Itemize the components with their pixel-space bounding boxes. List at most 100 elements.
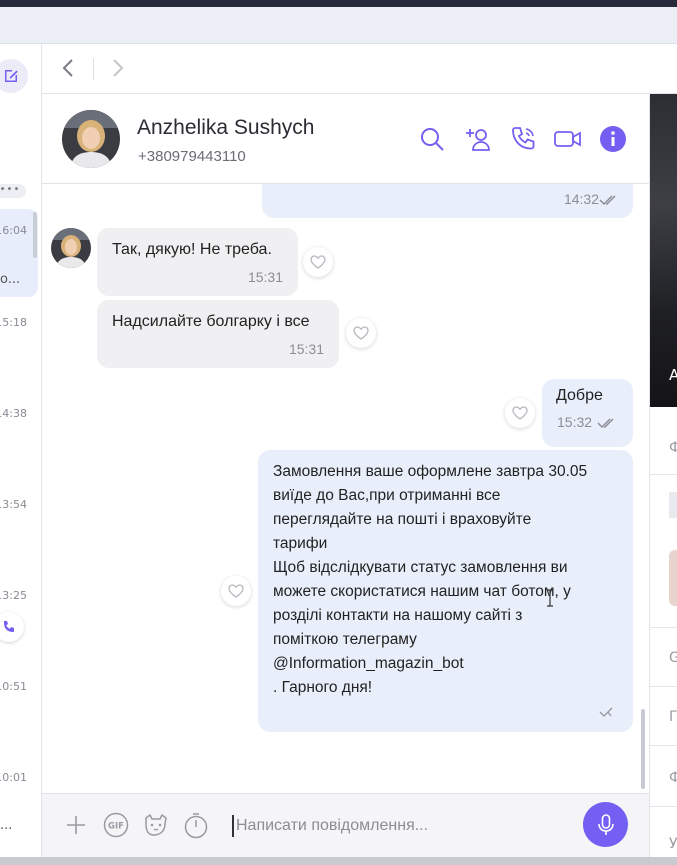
message-line: переглядайте на пошті і враховуйте [273,511,532,528]
divider [650,474,677,475]
video-icon [554,131,581,147]
chat-header: Anzhelika Sushych +380979443110 [42,94,649,184]
heart-icon [512,406,528,420]
sent-icon [599,707,613,717]
gif-button[interactable]: GIF [101,810,131,840]
edit-icon [5,70,18,82]
message-time: 15:32 [557,414,593,430]
chat-item-call-button[interactable] [0,612,24,642]
svg-text:GIF: GIF [108,822,124,832]
gif-icon: GIF [103,812,129,838]
like-button[interactable] [303,247,333,277]
contact-avatar[interactable] [62,110,120,168]
sticker-icon [145,813,167,836]
search-button[interactable] [417,124,447,154]
voice-message-button[interactable] [583,802,628,847]
text-cursor-icon [547,589,553,607]
back-button[interactable] [58,56,78,80]
message-text: Замовлення ваше оформлене завтра 30.05 в… [273,460,587,700]
contact-info-panel: A Ф G Г Ф У [649,94,677,857]
like-button[interactable] [505,398,535,428]
heart-icon [228,584,244,598]
call-icon [512,127,535,150]
message-incoming[interactable]: Так, дякую! Не треба. 15:31 [97,228,298,296]
message-line: тарифи [273,535,328,552]
chat-item-time: 10:51 [0,680,27,693]
search-icon [421,128,444,151]
chat-item-time: 16:04 [0,224,27,237]
avatar-photo [62,110,120,168]
chat-item-time: 13:25 [0,589,27,602]
chat-item-time: 13:54 [0,498,27,511]
message-list[interactable]: 14:32 Так, дякую! Не треба. 15:31 Надсил… [42,184,649,793]
chat-list: ••• 16:04 o... 15:18 14:38 13:54 13:25 1… [0,44,42,857]
window-bottom-edge [0,857,677,865]
divider [650,627,677,628]
media-thumbnail[interactable] [669,550,677,606]
call-button[interactable] [508,124,538,154]
info-panel-label[interactable]: Г [669,709,677,725]
input-caret [232,815,234,837]
contact-name-initial: A [669,366,677,384]
double-check-icon [599,195,616,206]
like-button[interactable] [221,576,251,606]
info-button[interactable] [598,124,628,154]
message-outgoing[interactable]: Замовлення ваше оформлене завтра 30.05 в… [258,450,633,732]
sender-avatar[interactable] [51,228,91,268]
message-input[interactable] [236,812,566,840]
message-line: можете скористатися нашим чат ботом, у [273,583,571,600]
message-time: 15:31 [247,269,283,285]
add-participant-button[interactable] [463,124,493,154]
info-panel-label[interactable]: У [669,836,677,852]
more-button[interactable]: ••• [0,184,26,198]
contact-phone: +380979443110 [138,148,246,165]
window-top-bar [0,0,677,7]
chat-item-time: 15:18 [0,316,27,329]
chat-item-snippet: o... [0,272,21,287]
chevron-right-icon [113,59,124,77]
timer-icon [184,813,208,839]
compose-button[interactable] [0,59,28,93]
message-line: розділі контакти на нашому сайті з [273,607,523,624]
video-call-button[interactable] [553,124,583,154]
message-outgoing[interactable]: Добре 15:32 [542,379,633,447]
sticker-button[interactable] [141,810,171,840]
message-line: . Гарного дня! [273,679,373,696]
message-text: Добре [556,387,603,404]
chat-item-time: 10:01 [0,771,27,784]
message-text: Надсилайте болгарку і все [112,313,310,330]
title-bar [0,7,677,44]
info-panel-label[interactable]: Ф [669,770,677,786]
phone-icon [4,621,14,632]
contact-name[interactable]: Anzhelika Sushych [137,116,314,140]
message-outgoing[interactable]: 14:32 [262,184,633,218]
message-line: Замовлення ваше оформлене завтра 30.05 [273,463,588,480]
timer-button[interactable] [181,810,211,840]
microphone-icon [597,813,614,835]
navigation-bar [42,44,677,94]
forward-button[interactable] [108,56,128,80]
message-time: 14:32 [563,191,599,207]
avatar-photo [51,228,91,268]
message-line: виїде до Вас,при отриманні все [273,487,501,504]
divider [650,745,677,746]
message-list-scrollbar[interactable] [641,709,645,789]
heart-icon [310,255,326,269]
media-thumbnail[interactable] [669,492,677,518]
contact-cover-photo [650,94,677,407]
message-line: Щоб відслідкувати статус замовлення ви [273,559,568,576]
chevron-left-icon [62,59,73,77]
info-panel-label[interactable]: G [669,650,677,666]
divider [650,806,677,807]
chat-list-scrollbar[interactable] [33,212,37,258]
double-check-icon [597,418,614,429]
info-icon [600,126,626,152]
message-composer: GIF [42,793,649,857]
attach-button[interactable] [61,810,91,840]
plus-icon [67,816,85,834]
message-line: поміткою телеграму [273,631,417,648]
like-button[interactable] [346,318,376,348]
divider [650,686,677,687]
info-panel-label[interactable]: Ф [669,440,677,456]
message-incoming[interactable]: Надсилайте болгарку і все 15:31 [97,300,339,368]
